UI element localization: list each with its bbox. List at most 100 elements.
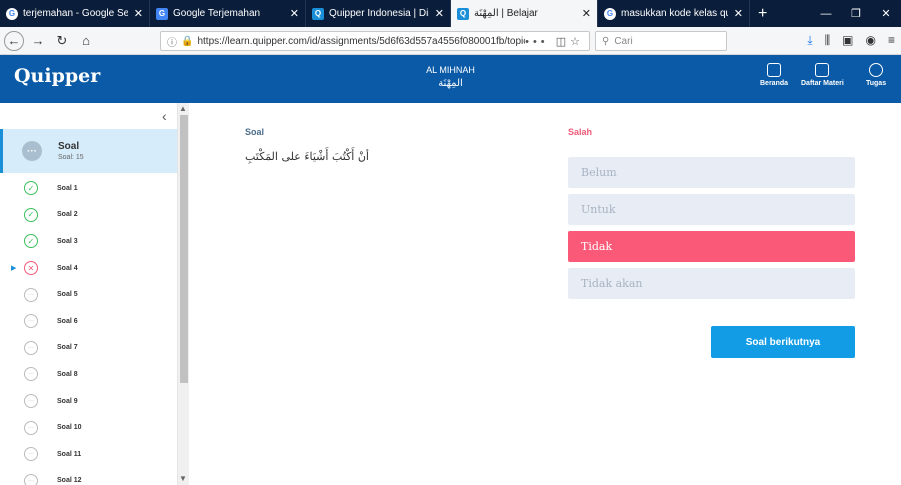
close-window-icon[interactable]: ✕ [871,7,901,20]
question-item-label: Soal 2 [57,211,78,219]
current-arrow-icon: ▶ [11,265,17,273]
sidebar-question-item[interactable]: ✓ Soal 2 [0,202,177,229]
chevron-left-icon[interactable]: ‹ [162,108,167,124]
sidebar-question-item[interactable]: ▶ ✕ Soal 4 [0,255,177,282]
url-text[interactable]: https://learn.quipper.com/id/assignments… [197,36,525,47]
quipper-icon: Q [312,7,324,20]
url-actions: ••• ◫☆ [525,35,589,48]
sidebar-question-item[interactable]: ··· Soal 6 [0,308,177,335]
search-icon: ⚲ [602,35,610,47]
home-icon[interactable]: ⌂ [76,31,96,51]
option-tidak-akan[interactable]: Tidak akan [568,268,855,299]
question-item-label: Soal 10 [57,424,82,432]
question-item-label: Soal 6 [57,317,78,325]
info-icon[interactable]: ⓘ [167,34,177,49]
url-bar[interactable]: ⓘ 🔒 https://learn.quipper.com/id/assignm… [160,31,590,51]
section-subtitle: Soal: 15 [58,154,84,161]
tab-quipper-belajar[interactable]: Q المِهْنَة | Belajar ✕ [451,0,598,27]
pocket-icon[interactable]: ◫ [556,36,570,48]
dots-icon: ··· [24,314,38,329]
home-icon [767,63,781,77]
course-title-latin: AL MIHNAH [426,65,475,75]
tab-label: المِهْنَة | Belajar [474,8,538,19]
sidebar-question-item[interactable]: ··· Soal 5 [0,281,177,308]
sidebar-question-item[interactable]: ··· Soal 9 [0,388,177,415]
google-icon: G [6,7,18,20]
materials-icon [815,63,830,77]
dots-icon: ··· [22,141,42,161]
new-tab-icon[interactable]: + [750,0,775,27]
close-icon[interactable]: ✕ [134,7,143,20]
scroll-down-icon[interactable]: ▼ [179,474,187,483]
nav-label: Tugas [866,80,887,87]
sidebar-question-item[interactable]: ✓ Soal 3 [0,228,177,255]
forward-icon[interactable]: → [28,31,48,51]
download-icon[interactable]: ⤓ [807,33,812,48]
option-tidak[interactable]: Tidak [568,231,855,262]
close-icon[interactable]: ✕ [582,7,591,20]
scrollbar-thumb[interactable] [180,115,188,383]
sidebar-question-item[interactable]: ✓ Soal 1 [0,175,177,202]
sidebar-question-item[interactable]: ··· Soal 7 [0,335,177,362]
back-icon[interactable]: ← [4,30,24,51]
nav-daftar-materi[interactable]: Daftar Materi [801,63,844,87]
sidebar-toggle-icon[interactable]: ▣ [842,33,853,48]
tab-quipper-distributor[interactable]: Q Quipper Indonesia | Distributor ✕ [306,0,451,27]
question-label: Soal [245,127,265,137]
question-item-label: Soal 3 [57,237,78,245]
restore-icon[interactable]: ❐ [841,7,871,20]
question-item-label: Soal 11 [57,450,82,458]
cross-icon: ✕ [24,261,38,276]
option-belum[interactable]: Belum [568,157,855,188]
minimize-icon[interactable]: — [811,8,841,20]
question-item-label: Soal 5 [57,291,78,299]
tab-google-search[interactable]: G terjemahan - Google Search ✕ [0,0,150,27]
reload-icon[interactable]: ↻ [52,31,72,51]
browser-nav-bar: ← → ↻ ⌂ ⓘ 🔒 https://learn.quipper.com/id… [0,27,901,55]
section-title: Soal [58,141,80,152]
question-sidebar: ‹ ··· Soal Soal: 15 ✓ Soal 1 ✓ Soal 2 ✓ Soal … [0,103,178,485]
dots-icon: ··· [24,340,38,355]
close-icon[interactable]: ✕ [734,7,743,20]
tab-kode-kelas[interactable]: G masukkan kode kelas quipper ✕ [598,0,750,27]
extension-icon[interactable]: ◉ [866,33,876,48]
nav-tugas[interactable]: Tugas [866,63,886,87]
tab-label: Quipper Indonesia | Distributor [329,8,429,19]
question-list: ✓ Soal 1 ✓ Soal 2 ✓ Soal 3 ▶ ✕ Soal 4 ··· Soal 5 ··… [0,175,177,485]
menu-icon[interactable]: ≡ [888,33,895,48]
assignment-icon [869,63,884,77]
close-icon[interactable]: ✕ [435,7,444,20]
result-label: Salah [568,127,593,137]
tab-label: Google Terjemahan [173,8,261,19]
tab-google-translate[interactable]: G Google Terjemahan ✕ [150,0,306,27]
close-icon[interactable]: ✕ [290,7,299,20]
sidebar-question-item[interactable]: ··· Soal 8 [0,361,177,388]
bookmark-star-icon[interactable]: ☆ [570,36,584,48]
check-icon: ✓ [24,207,38,222]
lock-icon: 🔒 [181,35,194,47]
more-icon[interactable]: ••• [525,36,549,48]
sidebar-question-item[interactable]: ··· Soal 10 [0,414,177,441]
dots-icon: ··· [24,420,38,435]
window-controls: — ❐ ✕ [811,0,901,27]
tab-label: masukkan kode kelas quipper [621,8,728,19]
dots-icon: ··· [24,394,38,409]
sidebar-question-item[interactable]: ··· Soal 11 [0,441,177,468]
option-untuk[interactable]: Untuk [568,194,855,225]
scroll-up-icon[interactable]: ▲ [179,104,187,113]
check-icon: ✓ [24,181,38,196]
dots-icon: ··· [24,447,38,462]
check-icon: ✓ [24,234,38,249]
dots-icon: ··· [24,473,38,485]
library-icon[interactable]: ⫼ [825,33,831,48]
next-question-button[interactable]: Soal berikutnya [711,326,855,358]
sidebar-question-item[interactable]: ··· Soal 12 [0,468,177,485]
question-item-label: Soal 7 [57,344,78,352]
search-placeholder: Cari [614,35,633,47]
sidebar-section-header[interactable]: ··· Soal Soal: 15 [0,129,177,173]
toolbar-icons: ⤓ ⫼ ▣ ◉ ≡ [807,33,895,48]
search-input[interactable]: ⚲ Cari [595,31,727,51]
dots-icon: ··· [24,367,38,382]
google-icon: G [604,7,616,20]
nav-beranda[interactable]: Beranda [760,63,788,87]
